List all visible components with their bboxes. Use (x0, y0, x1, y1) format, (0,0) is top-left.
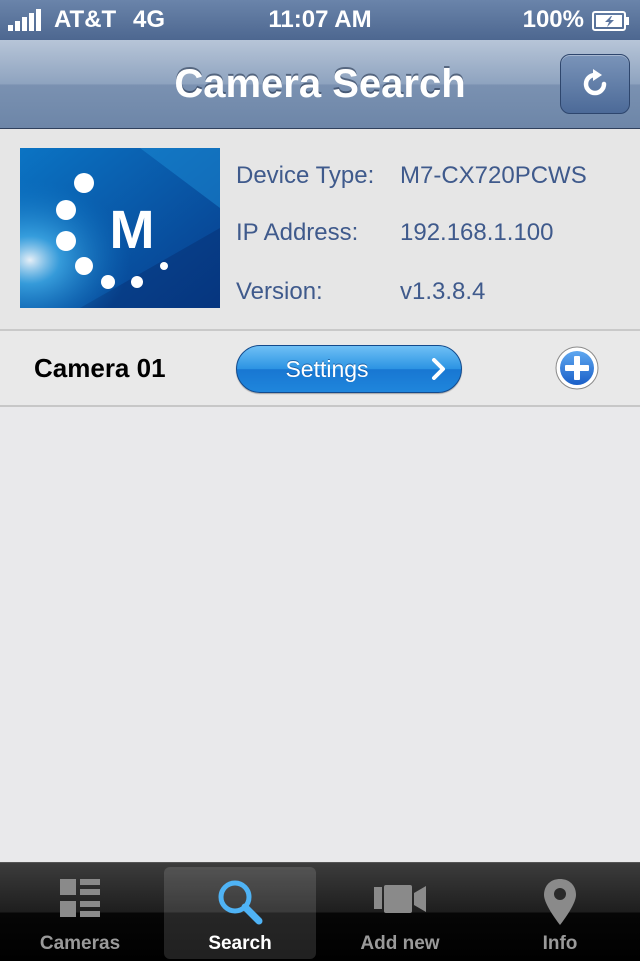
ip-address-label: IP Address: (236, 219, 359, 246)
tab-label: Add new (360, 933, 440, 954)
tab-bar: Cameras Search Add new Info (0, 862, 640, 961)
refresh-button[interactable] (560, 54, 630, 114)
battery-icon (592, 10, 630, 31)
tab-search[interactable]: Search (164, 867, 316, 959)
camera-row: Camera 01 Settings (0, 331, 640, 407)
device-type-value: M7-CX720PCWS (400, 162, 587, 189)
tab-label: Info (542, 933, 578, 954)
tab-add-new[interactable]: Add new (324, 867, 476, 959)
tab-label: Cameras (39, 933, 121, 954)
svg-text:M: M (110, 200, 155, 260)
tab-cameras[interactable]: Cameras (4, 867, 156, 959)
settings-button-label: Settings (285, 356, 369, 382)
add-camera-button[interactable] (554, 345, 600, 391)
search-icon (218, 880, 263, 925)
camera-name: Camera 01 (34, 353, 166, 383)
ip-address-value: 192.168.1.100 (400, 219, 554, 246)
video-camera-icon (374, 885, 426, 913)
version-value: v1.3.8.4 (400, 278, 486, 305)
version-label: Version: (236, 278, 323, 305)
settings-button[interactable]: Settings (236, 345, 462, 393)
map-pin-icon (544, 879, 576, 925)
navigation-bar: Camera Search (0, 40, 640, 129)
chevron-right-icon (432, 358, 445, 380)
battery-percent: 100% (522, 6, 584, 33)
plus-circle-icon (555, 346, 599, 390)
grid-list-icon (60, 879, 100, 917)
device-type-label: Device Type: (236, 162, 375, 189)
status-bar: AT&T 4G 11:07 AM 100% (0, 0, 640, 40)
device-logo: M (20, 148, 220, 308)
page-title: Camera Search (174, 62, 466, 106)
refresh-icon (583, 69, 607, 96)
device-info-section: M Device Type: M7-CX720PCWS IP Address: … (0, 129, 640, 331)
tab-info[interactable]: Info (484, 867, 636, 959)
tab-label: Search (208, 933, 272, 954)
